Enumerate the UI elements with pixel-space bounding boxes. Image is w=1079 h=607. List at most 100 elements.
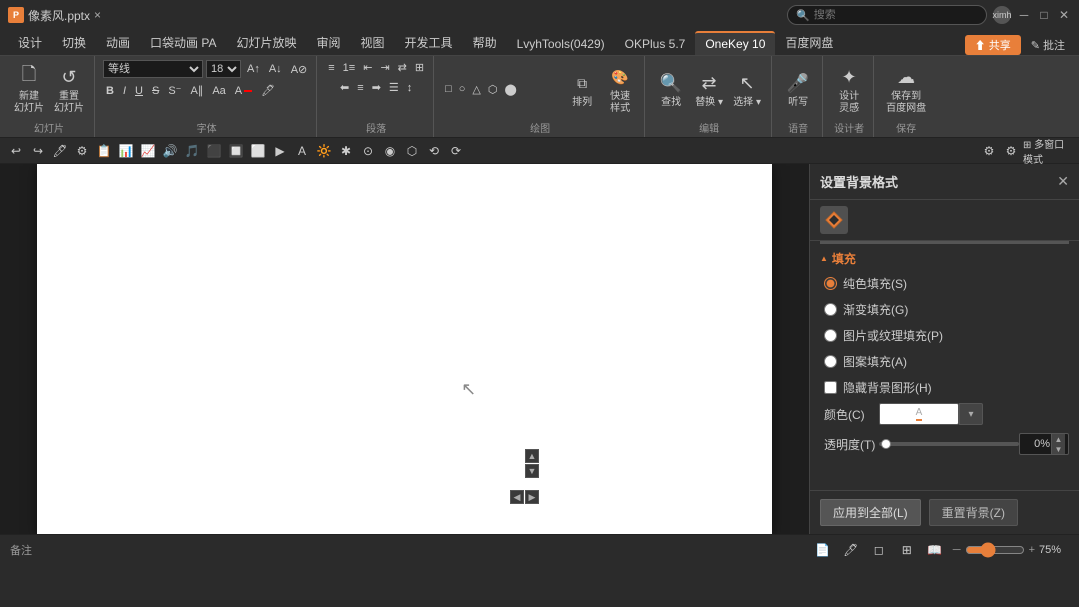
- shape-btn-2[interactable]: ○: [456, 82, 469, 97]
- tb2-btn-10[interactable]: ⬜: [248, 141, 268, 161]
- gradient-fill-label[interactable]: 渐变填充(G): [843, 301, 908, 318]
- italic-btn[interactable]: I: [120, 84, 129, 98]
- align-center-btn[interactable]: ≡: [354, 80, 366, 95]
- dictation-btn[interactable]: 🎤 听写: [780, 67, 816, 111]
- apply-all-button[interactable]: 应用到全部(L): [820, 499, 921, 526]
- tb2-btn-9[interactable]: 🔲: [226, 141, 246, 161]
- tab-developer[interactable]: 开发工具: [395, 30, 463, 55]
- pattern-fill-radio[interactable]: [824, 355, 837, 368]
- tb2-btn-3[interactable]: 📋: [94, 141, 114, 161]
- spin-down-btn[interactable]: ▼: [1051, 444, 1065, 454]
- minimize-button[interactable]: ─: [1017, 8, 1031, 22]
- font-family-select[interactable]: 等线: [103, 60, 203, 78]
- spin-up-btn[interactable]: ▲: [1051, 434, 1065, 444]
- tb2-settings[interactable]: ⚙: [979, 141, 999, 161]
- scroll-up-btn[interactable]: ▲: [525, 449, 539, 463]
- redo-btn[interactable]: ↪: [28, 141, 48, 161]
- hide-bg-checkbox[interactable]: [824, 381, 837, 394]
- rtl-btn[interactable]: ⇄: [395, 60, 410, 75]
- comment-button[interactable]: ✎ 批注: [1025, 35, 1071, 55]
- tb2-btn-14[interactable]: ✱: [336, 141, 356, 161]
- shadow-btn[interactable]: S⁻: [165, 83, 184, 98]
- reset-background-button[interactable]: 重置背景(Z): [929, 499, 1018, 526]
- number-list-btn[interactable]: 1≡: [340, 60, 359, 75]
- maximize-button[interactable]: □: [1037, 8, 1051, 22]
- strikethrough-btn[interactable]: S: [149, 84, 162, 98]
- tab-baidupan[interactable]: 百度网盘: [775, 30, 843, 55]
- tb2-btn-5[interactable]: 📈: [138, 141, 158, 161]
- shape-btn-4[interactable]: ⬡: [485, 82, 501, 97]
- tb2-btn-17[interactable]: ⬡: [402, 141, 422, 161]
- picture-fill-label[interactable]: 图片或纹理填充(P): [843, 327, 943, 344]
- clear-format-btn[interactable]: A⊘: [288, 62, 311, 77]
- hide-bg-label[interactable]: 隐藏背景图形(H): [843, 379, 932, 396]
- avatar[interactable]: ximh: [993, 6, 1011, 24]
- tb2-btn-6[interactable]: 🔊: [160, 141, 180, 161]
- font-size-select[interactable]: 18: [206, 60, 241, 78]
- status-icon-1[interactable]: 📄: [813, 540, 833, 560]
- new-slide-button[interactable]: 🗋 新建幻灯片: [10, 61, 48, 117]
- zoom-slider[interactable]: [965, 542, 1025, 558]
- solid-fill-label[interactable]: 纯色填充(S): [843, 275, 907, 292]
- decrease-indent-btn[interactable]: ⇤: [360, 60, 375, 75]
- underline-btn[interactable]: U: [132, 84, 146, 98]
- tab-help[interactable]: 帮助: [463, 30, 507, 55]
- pattern-fill-label[interactable]: 图案填充(A): [843, 353, 907, 370]
- font-decrease-btn[interactable]: A↓: [266, 62, 285, 76]
- zoom-in-btn[interactable]: +: [1029, 544, 1035, 556]
- tb2-btn-12[interactable]: A: [292, 141, 312, 161]
- panel-fill-icon-btn[interactable]: [820, 206, 848, 234]
- tab-design[interactable]: 设计: [8, 30, 52, 55]
- tb2-btn-18[interactable]: ⟲: [424, 141, 444, 161]
- search-input[interactable]: [814, 9, 978, 21]
- scroll-right-btn[interactable]: ▶: [525, 490, 539, 504]
- tb2-btn-11[interactable]: ▶: [270, 141, 290, 161]
- char-spacing-btn[interactable]: A∥: [187, 83, 206, 98]
- solid-fill-radio[interactable]: [824, 277, 837, 290]
- color-dropdown-btn[interactable]: ▾: [959, 403, 983, 425]
- designer-btn[interactable]: ✦ 设计灵感: [831, 61, 867, 117]
- arrange-btn[interactable]: ⧉ 排列: [564, 67, 600, 111]
- color-preview[interactable]: A: [879, 403, 959, 425]
- tb2-btn-2[interactable]: ⚙: [72, 141, 92, 161]
- tb2-btn-7[interactable]: 🎵: [182, 141, 202, 161]
- reset-slide-button[interactable]: ↺ 重置幻灯片: [50, 61, 88, 117]
- columns-btn[interactable]: ⊞: [412, 60, 427, 75]
- tb2-btn-4[interactable]: 📊: [116, 141, 136, 161]
- tab-transition[interactable]: 切换: [52, 30, 96, 55]
- undo-btn[interactable]: ↩: [6, 141, 26, 161]
- shape-btn-5[interactable]: ⬤: [501, 82, 519, 97]
- status-notes[interactable]: 备注: [10, 542, 32, 558]
- justify-btn[interactable]: ☰: [386, 80, 402, 95]
- tb2-btn-8[interactable]: ⬛: [204, 141, 224, 161]
- transparency-track[interactable]: [879, 442, 1019, 446]
- status-icon-3[interactable]: ◻: [869, 540, 889, 560]
- case-btn[interactable]: Aa: [209, 84, 228, 98]
- tab-lvyhtools[interactable]: LvyhTools(0429): [507, 33, 615, 55]
- tb2-btn-1[interactable]: 🖊: [50, 141, 70, 161]
- tb2-gear[interactable]: ⚙: [1001, 141, 1021, 161]
- tab-onekey[interactable]: OneKey 10: [695, 31, 775, 55]
- picture-fill-radio[interactable]: [824, 329, 837, 342]
- increase-indent-btn[interactable]: ⇥: [377, 60, 392, 75]
- font-color-btn[interactable]: A: [232, 84, 255, 98]
- tb2-btn-13[interactable]: 🔆: [314, 141, 334, 161]
- close-button[interactable]: ✕: [1057, 8, 1071, 22]
- find-btn[interactable]: 🔍 查找: [653, 67, 689, 111]
- tb2-btn-19[interactable]: ⟳: [446, 141, 466, 161]
- align-right-btn[interactable]: ➡: [369, 80, 384, 95]
- quick-styles-btn[interactable]: 🎨 快速样式: [602, 61, 638, 117]
- transparency-thumb[interactable]: [881, 439, 891, 449]
- bullet-list-btn[interactable]: ≡: [325, 60, 337, 75]
- scroll-left-btn[interactable]: ◀: [510, 490, 524, 504]
- status-icon-4[interactable]: ⊞: [897, 540, 917, 560]
- tb2-btn-15[interactable]: ⊙: [358, 141, 378, 161]
- font-increase-btn[interactable]: A↑: [244, 62, 263, 76]
- scroll-down-btn[interactable]: ▼: [525, 464, 539, 478]
- tab-view[interactable]: 视图: [351, 30, 395, 55]
- replace-btn[interactable]: ⇄ 替换 ▾: [691, 67, 727, 111]
- align-left-btn[interactable]: ⬅: [337, 80, 352, 95]
- search-box[interactable]: 🔍: [787, 5, 987, 25]
- share-button[interactable]: ⬆ 共享: [965, 35, 1021, 55]
- tab-pocketanim[interactable]: 口袋动画 PA: [140, 30, 226, 55]
